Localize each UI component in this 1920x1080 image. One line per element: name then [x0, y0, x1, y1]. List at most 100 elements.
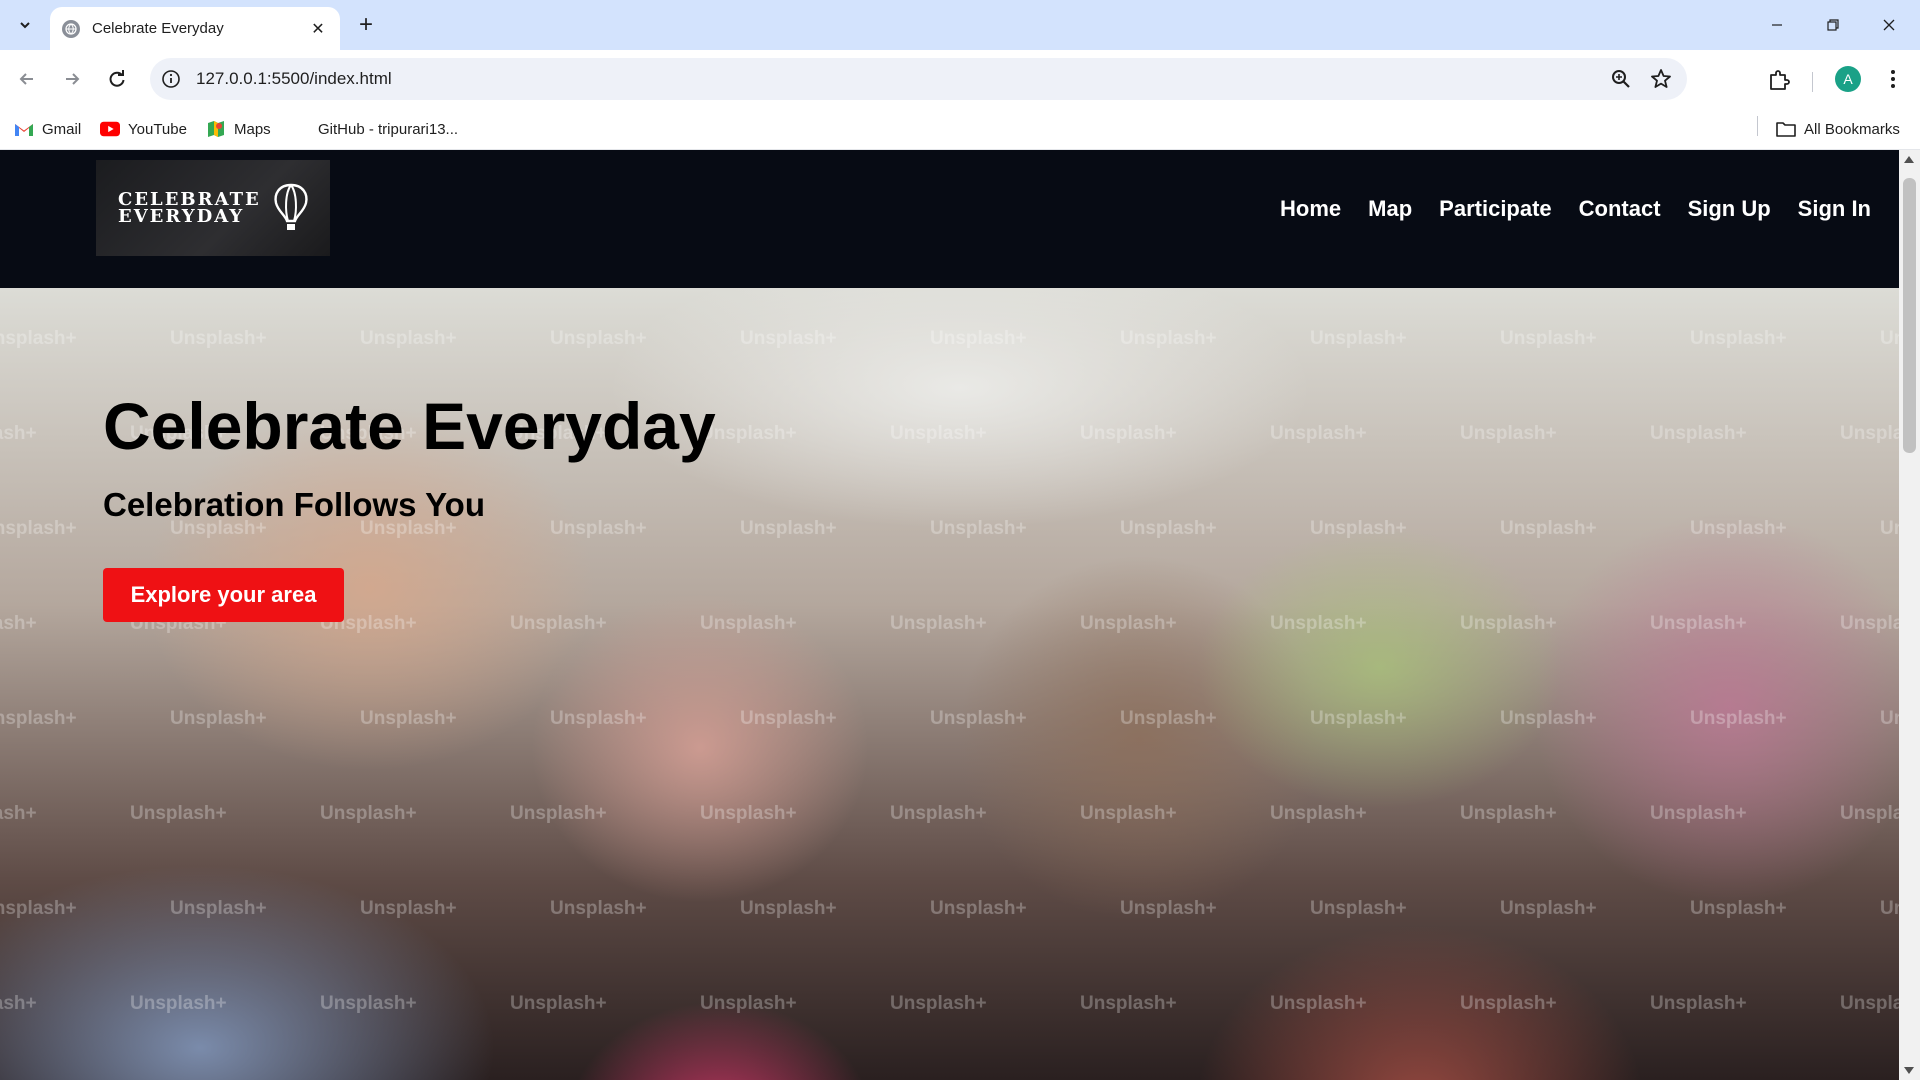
new-tab-button[interactable]: +: [353, 11, 379, 38]
unsplash-watermark: Unsplash+: [930, 708, 1027, 729]
nav-sign-in[interactable]: Sign In: [1798, 196, 1871, 222]
unsplash-watermark: Unsplash+: [890, 993, 987, 1014]
minimize-icon[interactable]: [1754, 8, 1800, 42]
unsplash-watermark: Unsplash+: [1840, 423, 1899, 444]
site-nav: Home Map Participate Contact Sign Up Sig…: [1253, 196, 1871, 222]
scroll-down-arrow-icon[interactable]: [1904, 1067, 1914, 1074]
unsplash-watermark: Unsplash+: [1880, 708, 1899, 729]
unsplash-watermark: Unsplash+: [1080, 423, 1177, 444]
url-text[interactable]: 127.0.0.1:5500/index.html: [196, 69, 392, 89]
tab-close-icon[interactable]: ✕: [308, 19, 328, 39]
scroll-up-arrow-icon[interactable]: [1904, 156, 1914, 163]
github-icon: [290, 121, 310, 137]
unsplash-watermark: Unsplash+: [1310, 328, 1407, 349]
bookmark-github[interactable]: GitHub - tripurari13...: [290, 117, 458, 141]
unsplash-watermark: Unsplash+: [1120, 898, 1217, 919]
nav-sign-up[interactable]: Sign Up: [1688, 196, 1771, 222]
unsplash-watermark: Unsplash+: [1840, 613, 1899, 634]
bookmark-label: Gmail: [42, 120, 82, 138]
unsplash-watermark: Unsplash+: [0, 803, 37, 824]
reload-icon[interactable]: [99, 61, 135, 97]
youtube-icon: [100, 121, 120, 137]
globe-icon: [62, 19, 80, 38]
unsplash-watermark: Unsplash+: [930, 898, 1027, 919]
unsplash-watermark: Unsplash+: [0, 328, 77, 349]
all-bookmarks-button[interactable]: All Bookmarks: [1776, 117, 1900, 141]
unsplash-watermark: Unsplash+: [1310, 518, 1407, 539]
unsplash-watermark: Unsplash+: [1460, 803, 1557, 824]
zoom-icon[interactable]: [1609, 67, 1633, 91]
bookmark-gmail[interactable]: Gmail: [14, 117, 81, 141]
toolbar-divider: [1812, 72, 1813, 92]
unsplash-watermark: Unsplash+: [1650, 993, 1747, 1014]
unsplash-watermark: Unsplash+: [130, 993, 227, 1014]
page-scrollbar[interactable]: [1899, 150, 1920, 1080]
bookmarks-divider: [1757, 116, 1758, 136]
unsplash-watermark: Unsplash+: [1080, 803, 1177, 824]
site-logo[interactable]: CELEBRATE EVERYDAY: [96, 160, 330, 256]
page-viewport: CELEBRATE EVERYDAY Home Map Participate …: [0, 150, 1920, 1080]
unsplash-watermark: Unsplash+: [700, 993, 797, 1014]
bookmark-youtube[interactable]: YouTube: [100, 117, 187, 141]
nav-participate[interactable]: Participate: [1439, 196, 1552, 222]
site-header: CELEBRATE EVERYDAY Home Map Participate …: [0, 150, 1899, 288]
nav-map[interactable]: Map: [1368, 196, 1412, 222]
tab-search-chevron-icon[interactable]: [10, 10, 40, 40]
unsplash-watermark: Unsplash+: [550, 328, 647, 349]
unsplash-watermark: Unsplash+: [1500, 328, 1597, 349]
tab-strip: Celebrate Everyday ✕ +: [0, 0, 1920, 50]
restore-icon[interactable]: [1810, 8, 1856, 42]
bookmarks-bar: Gmail YouTube Maps GitHub - tripurari13.…: [0, 108, 1920, 150]
unsplash-watermark: Unsplash+: [1120, 328, 1217, 349]
bookmark-label: GitHub - tripurari13...: [318, 120, 459, 138]
unsplash-watermark: Unsplash+: [510, 613, 607, 634]
site-info-icon[interactable]: [160, 68, 182, 90]
browser-tab[interactable]: Celebrate Everyday ✕: [50, 7, 340, 50]
unsplash-watermark: Unsplash+: [1840, 993, 1899, 1014]
unsplash-watermark: Unsplash+: [740, 518, 837, 539]
window-close-icon[interactable]: [1866, 8, 1912, 42]
unsplash-watermark: Unsplash+: [0, 898, 77, 919]
unsplash-watermark: Unsplash+: [1270, 803, 1367, 824]
unsplash-watermark: Unsplash+: [1080, 613, 1177, 634]
unsplash-watermark: Unsplash+: [1460, 423, 1557, 444]
address-bar[interactable]: 127.0.0.1:5500/index.html: [150, 58, 1687, 100]
unsplash-watermark: Unsplash+: [740, 898, 837, 919]
unsplash-watermark: Unsplash+: [0, 613, 37, 634]
forward-arrow-icon[interactable]: [54, 61, 90, 97]
bookmark-maps[interactable]: Maps: [206, 117, 271, 141]
explore-area-button[interactable]: Explore your area: [103, 568, 344, 622]
unsplash-watermark: Unsplash+: [1500, 708, 1597, 729]
unsplash-watermark: Unsplash+: [0, 518, 77, 539]
bookmark-label: YouTube: [128, 120, 187, 138]
unsplash-watermark: Unsplash+: [1270, 613, 1367, 634]
unsplash-watermark: Unsplash+: [1690, 708, 1787, 729]
nav-contact[interactable]: Contact: [1579, 196, 1661, 222]
nav-home[interactable]: Home: [1280, 196, 1341, 222]
bookmark-star-icon[interactable]: [1649, 67, 1673, 91]
unsplash-watermark: Unsplash+: [1270, 423, 1367, 444]
unsplash-watermark: Unsplash+: [890, 803, 987, 824]
unsplash-watermark: Unsplash+: [1690, 898, 1787, 919]
unsplash-watermark: Unsplash+: [360, 708, 457, 729]
unsplash-watermark: Unsplash+: [170, 898, 267, 919]
unsplash-watermark: Unsplash+: [1270, 993, 1367, 1014]
scrollbar-thumb[interactable]: [1903, 178, 1916, 453]
unsplash-watermark: Unsplash+: [1500, 898, 1597, 919]
unsplash-watermark: Unsplash+: [0, 708, 77, 729]
unsplash-watermark: Unsplash+: [550, 898, 647, 919]
unsplash-watermark: Unsplash+: [1840, 803, 1899, 824]
extensions-puzzle-icon[interactable]: [1766, 67, 1792, 93]
unsplash-watermark: Unsplash+: [1880, 518, 1899, 539]
kebab-menu-icon[interactable]: [1880, 66, 1906, 92]
unsplash-watermark: Unsplash+: [550, 518, 647, 539]
maps-icon: [206, 121, 226, 137]
unsplash-watermark: Unsplash+: [1460, 993, 1557, 1014]
unsplash-watermark: Unsplash+: [320, 993, 417, 1014]
back-arrow-icon[interactable]: [9, 61, 45, 97]
unsplash-watermark: Unsplash+: [1460, 613, 1557, 634]
profile-avatar[interactable]: A: [1835, 66, 1861, 92]
unsplash-watermark: Unsplash+: [1310, 708, 1407, 729]
unsplash-watermark: Unsplash+: [320, 803, 417, 824]
unsplash-watermark: Unsplash+: [1650, 803, 1747, 824]
